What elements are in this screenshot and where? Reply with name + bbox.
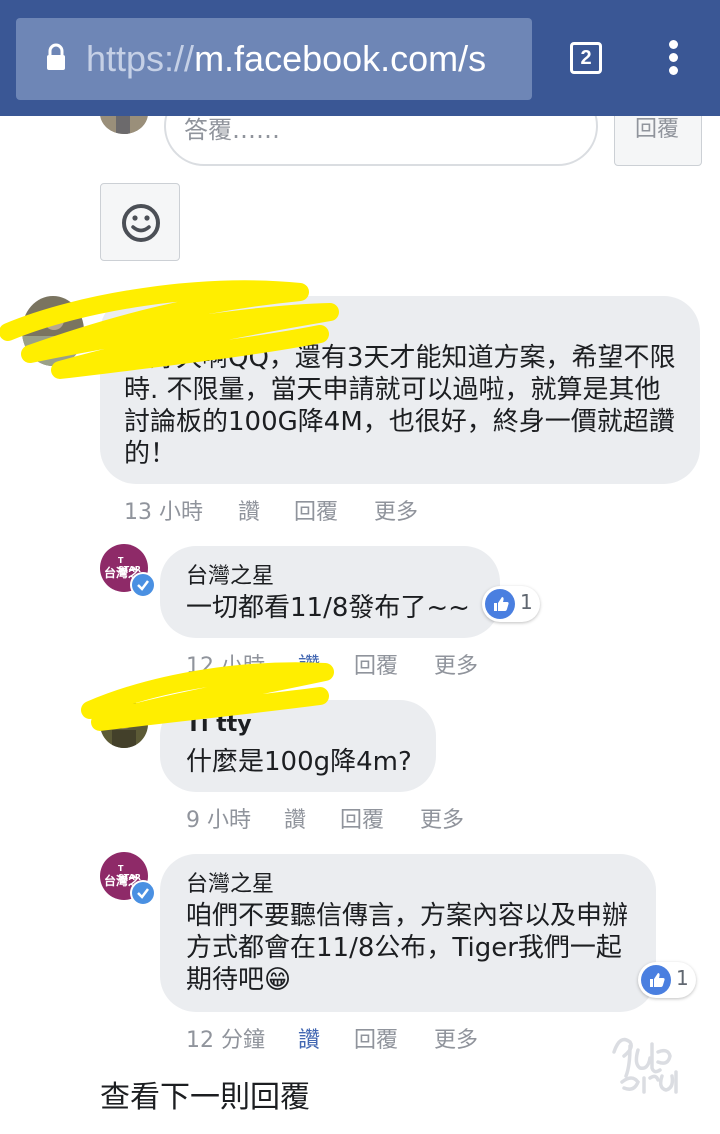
comment-author[interactable]: 台灣之星: [186, 866, 274, 898]
emoji-button[interactable]: [100, 183, 180, 261]
like-button[interactable]: 讚: [298, 1022, 354, 1054]
more-button[interactable]: 更多: [434, 648, 478, 680]
reply-button[interactable]: 回覆: [354, 1022, 434, 1054]
view-next-replies-link[interactable]: 查看下一則回覆: [100, 1072, 310, 1116]
comment-text: 一切都看11/8發布了~~: [186, 593, 470, 623]
url-bar[interactable]: https://m.facebook.com/s: [16, 18, 532, 100]
redaction-scribble: [81, 662, 334, 731]
comment-actions: 12 分鐘 讚回覆 更多: [186, 1022, 478, 1054]
comment-text: 什麼是100g降4m?: [186, 747, 412, 777]
tab-switcher-button[interactable]: 2: [570, 42, 602, 74]
verified-badge-icon: [130, 572, 156, 598]
reaction-count[interactable]: 1: [638, 962, 696, 998]
lock-icon: [47, 43, 65, 70]
reply-button[interactable]: 回覆: [294, 494, 374, 526]
thumbs-up-icon: [641, 965, 671, 995]
like-button[interactable]: 讚: [238, 494, 294, 526]
comment-author[interactable]: 台灣之星: [186, 558, 274, 590]
like-button[interactable]: 讚: [284, 802, 340, 834]
photo-grid-watermark: [612, 1037, 678, 1094]
thumbs-up-icon: [485, 589, 515, 619]
more-vert-icon[interactable]: [666, 40, 680, 80]
comment-actions: 13 小時 讚回覆 更多: [124, 494, 418, 526]
comment-time: 12 分鐘: [186, 1028, 265, 1053]
redaction-scribble: [0, 280, 339, 379]
comment-time: 9 小時: [186, 808, 251, 833]
comment-actions: 9 小時 讚回覆 更多: [186, 802, 464, 834]
verified-badge-icon: [130, 880, 156, 906]
comment-text: 咱們不要聽信傳言，方案內容以及申辦方式都會在11/8公布，Tiger我們一起期待…: [186, 901, 629, 995]
url-text[interactable]: https://m.facebook.com/s: [86, 18, 530, 100]
browser-toolbar: https://m.facebook.com/s 2: [0, 0, 720, 116]
more-button[interactable]: 更多: [420, 802, 464, 834]
reaction-count[interactable]: 1: [482, 586, 540, 622]
more-button[interactable]: 更多: [434, 1022, 478, 1054]
reply-button[interactable]: 回覆: [340, 802, 420, 834]
smiley-icon: [122, 204, 160, 242]
more-button[interactable]: 更多: [374, 494, 418, 526]
reply-button[interactable]: 回覆: [354, 648, 434, 680]
comment-time: 13 小時: [124, 500, 203, 525]
